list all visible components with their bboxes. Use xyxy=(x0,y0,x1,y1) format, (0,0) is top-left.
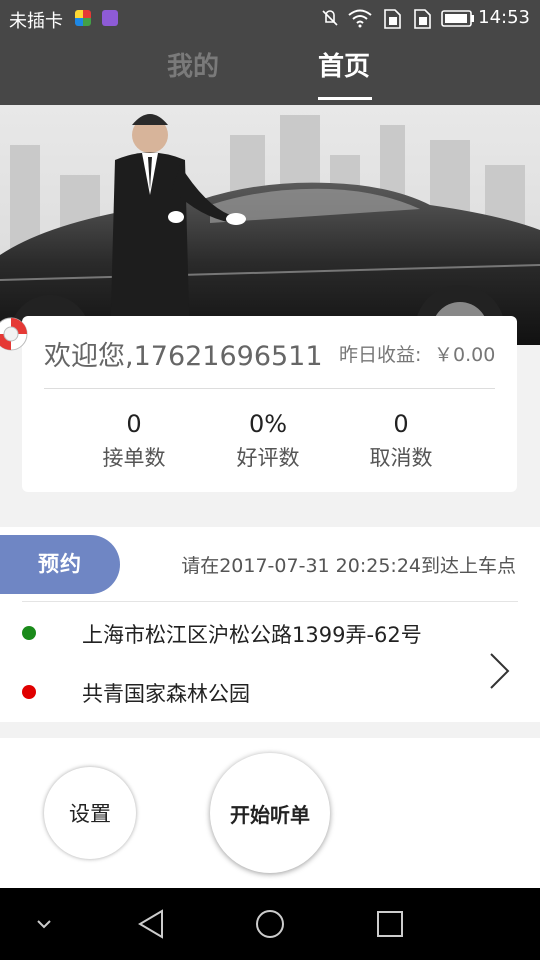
welcome-text: 欢迎您,17621696511 xyxy=(44,341,323,372)
status-bar: 未插卡 14:53 xyxy=(0,0,540,36)
stat-cancellations: 0 取消数 xyxy=(341,408,461,472)
clock: 14:53 xyxy=(478,7,530,28)
chevron-down-icon[interactable] xyxy=(36,918,52,930)
lifebuoy-icon[interactable] xyxy=(0,306,30,362)
stat-cancellations-value: 0 xyxy=(393,410,409,438)
divider xyxy=(44,388,495,389)
divider xyxy=(22,601,518,602)
reservation-tag: 预约 xyxy=(0,535,120,594)
dropoff-dot-icon xyxy=(22,685,36,699)
home-icon[interactable] xyxy=(254,908,286,940)
carrier-label: 未插卡 xyxy=(9,11,63,32)
yesterday-earnings-label: 昨日收益: xyxy=(339,344,422,366)
welcome-card: 欢迎您,17621696511 昨日收益: ￥0.00 0 接单数 0% 好评数… xyxy=(22,316,517,492)
back-icon[interactable] xyxy=(136,908,166,940)
pickup-dot-icon xyxy=(22,626,36,640)
chevron-right-icon[interactable] xyxy=(488,651,512,691)
sim-icon xyxy=(384,9,401,29)
order-card[interactable]: 预约 请在2017-07-31 20:25:24到达上车点 上海市松江区沪松公路… xyxy=(0,527,540,722)
sim-icon xyxy=(414,9,431,29)
stat-orders-label: 接单数 xyxy=(102,446,166,470)
pickup-address: 上海市松江区沪松公路1399弄-62号 xyxy=(82,623,422,647)
arrival-hint: 请在2017-07-31 20:25:24到达上车点 xyxy=(181,555,516,577)
stat-orders: 0 接单数 xyxy=(74,408,194,472)
settings-button[interactable]: 设置 xyxy=(44,767,136,859)
dropoff-address: 共青国家森林公园 xyxy=(82,682,250,706)
app-icon-color xyxy=(75,10,91,26)
stat-good-rating-value: 0% xyxy=(248,410,288,438)
tab-home[interactable]: 首页 xyxy=(318,46,370,83)
mute-icon xyxy=(322,10,338,26)
recents-icon[interactable] xyxy=(376,910,404,938)
stat-orders-value: 0 xyxy=(126,410,142,438)
banner-image xyxy=(0,105,540,345)
banner-illustration xyxy=(0,105,540,345)
battery-icon xyxy=(441,10,474,27)
app-icon-purple xyxy=(102,10,118,26)
active-tab-indicator xyxy=(318,97,372,100)
stat-cancellations-label: 取消数 xyxy=(369,446,433,470)
yesterday-earnings-value: ￥0.00 xyxy=(434,344,496,366)
start-listening-button[interactable]: 开始听单 xyxy=(210,753,330,873)
stat-good-rating: 0% 好评数 xyxy=(208,408,328,472)
tab-mine[interactable]: 我的 xyxy=(167,46,219,83)
stat-good-rating-label: 好评数 xyxy=(236,446,300,470)
action-area: 设置 开始听单 xyxy=(0,738,540,888)
wifi-icon xyxy=(348,9,372,28)
system-nav-bar xyxy=(0,888,540,960)
top-tab-bar: 我的 首页 xyxy=(0,36,540,105)
